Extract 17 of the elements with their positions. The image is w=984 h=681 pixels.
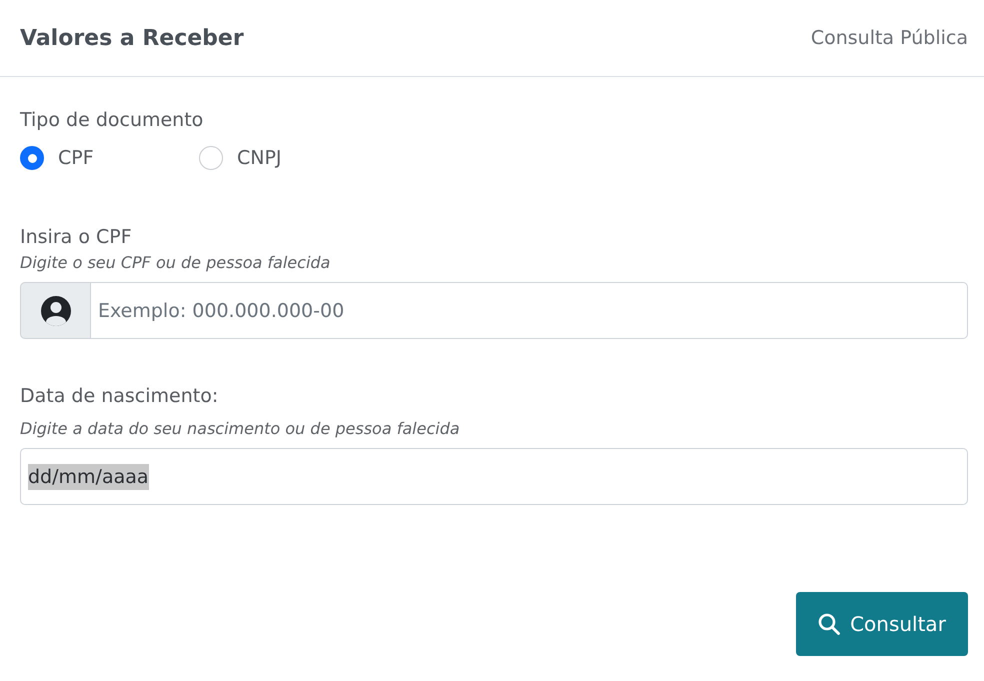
field-label: Data de nascimento: (20, 384, 220, 409)
header-link[interactable]: Consulta Pública (810, 27, 968, 49)
radio-label[interactable]: CNPJ (237, 147, 282, 169)
date-field[interactable]: dd/mm/aaaa (20, 448, 968, 505)
radio-button[interactable] (199, 146, 223, 170)
date-value: dd/mm/aaaa (28, 464, 149, 490)
search-icon (818, 613, 840, 635)
field-label: Insira o CPF (20, 225, 133, 250)
consult-button[interactable]: Consultar (796, 592, 968, 656)
radio-button[interactable] (20, 146, 44, 170)
field-label: Tipo de documento (20, 108, 204, 133)
page-title: Valores a Receber (20, 26, 244, 50)
input-field[interactable]: Exemplo: 000.000.000-00 (90, 282, 968, 339)
user-icon (40, 296, 70, 326)
radio-label[interactable]: CPF (58, 147, 94, 169)
field-hint: Digite o seu CPF ou de pessoa falecida (20, 252, 332, 274)
field-hint: Digite a data do seu nascimento ou de pessoa falecida (20, 418, 461, 440)
